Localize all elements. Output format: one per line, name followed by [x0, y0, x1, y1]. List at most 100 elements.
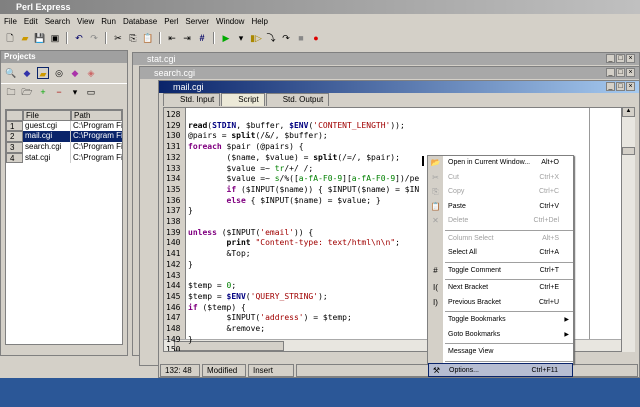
window-icon[interactable]: ▭: [85, 86, 97, 98]
save-icon[interactable]: 💾: [34, 32, 46, 44]
line-number: 133: [164, 164, 186, 175]
menu-server[interactable]: Server: [185, 17, 209, 30]
menu-item-options[interactable]: ⚒Options...Ctrl+F11: [428, 363, 573, 378]
minimize-button[interactable]: _: [606, 82, 615, 91]
menu-run[interactable]: Run: [101, 17, 116, 30]
menu-perl[interactable]: Perl: [164, 17, 178, 30]
open-project-icon[interactable]: 🗁: [21, 86, 33, 98]
package-icon[interactable]: ◈: [85, 67, 97, 79]
open-icon[interactable]: ▰: [19, 32, 31, 44]
menu-item-goto-bookmarks[interactable]: Goto Bookmarks▶: [428, 328, 573, 343]
minimize-button[interactable]: _: [606, 54, 615, 63]
save-all-icon[interactable]: ▣: [49, 32, 61, 44]
project-files-grid: FilePath1guest.cgiC:\Program Files2mail.…: [5, 109, 123, 345]
line-number: 138: [164, 217, 186, 228]
step-icon[interactable]: ▮▷: [250, 32, 262, 44]
window-mail-titlebar[interactable]: mail.cgi _□×: [159, 81, 639, 93]
redo-icon[interactable]: ↷: [88, 32, 100, 44]
maximize-button[interactable]: □: [616, 68, 625, 77]
window-stat-titlebar[interactable]: stat.cgi_□×: [133, 53, 639, 65]
column-path[interactable]: Path: [71, 110, 122, 121]
line-number: 135: [164, 185, 186, 196]
window-title: mail.cgi: [173, 82, 204, 92]
new-project-icon[interactable]: 🗀: [5, 86, 17, 98]
menu-window[interactable]: Window: [216, 17, 244, 30]
module-icon[interactable]: ◆: [69, 67, 81, 79]
project-file-row[interactable]: 3search.cgiC:\Program Files: [6, 142, 122, 153]
menu-file[interactable]: File: [4, 17, 17, 30]
project-file-row[interactable]: 1guest.cgiC:\Program Files: [6, 121, 122, 132]
paste-icon[interactable]: 📋: [142, 32, 154, 44]
menu-item-cut[interactable]: ✂CutCtrl+X: [428, 171, 573, 186]
remove-file-icon[interactable]: −: [53, 86, 65, 98]
vertical-scrollbar[interactable]: ▲: [622, 107, 635, 352]
stop-icon[interactable]: ■: [295, 32, 307, 44]
window-search-titlebar[interactable]: search.cgi_□×: [140, 67, 639, 79]
new-file-icon[interactable]: 🗋: [4, 32, 16, 44]
comment-icon[interactable]: #: [196, 32, 208, 44]
maximize-button[interactable]: □: [616, 54, 625, 63]
menu-item-previous-bracket[interactable]: I)Previous BracketCtrl+U: [428, 296, 573, 311]
line-number: 148: [164, 324, 186, 335]
menu-item-select-all[interactable]: Select AllCtrl+A: [428, 246, 573, 261]
menu-view[interactable]: View: [77, 17, 94, 30]
menu-item-next-bracket[interactable]: I(Next BracketCtrl+E: [428, 281, 573, 296]
tab-std-input[interactable]: Std. Input: [163, 93, 220, 106]
line-number: 140: [164, 238, 186, 249]
undo-icon[interactable]: ↶: [73, 32, 85, 44]
menu-item-delete[interactable]: ✕DeleteCtrl+Del: [428, 214, 573, 229]
project-file-row[interactable]: 4stat.cgiC:\Program Files: [6, 153, 122, 164]
line-number: 128: [164, 110, 186, 121]
menu-item-open-in-current-window[interactable]: 📂Open in Current Window...Alt+O: [428, 156, 573, 171]
line-number: 150: [164, 345, 186, 352]
step-over-icon[interactable]: ↷: [280, 32, 292, 44]
menu-item-copy[interactable]: ⎘CopyCtrl+C: [428, 185, 573, 200]
scroll-thumb[interactable]: [622, 147, 635, 155]
maximize-button[interactable]: □: [616, 82, 625, 91]
projects-title: Projects: [1, 51, 127, 63]
menu-item-label: Options...: [449, 367, 479, 374]
line-number: 129: [164, 121, 186, 132]
tab-script[interactable]: Script: [221, 93, 264, 106]
close-button[interactable]: ×: [626, 54, 635, 63]
folders-icon[interactable]: ▰: [37, 67, 49, 79]
minimize-button[interactable]: _: [606, 68, 615, 77]
menu-item-toggle-bookmarks[interactable]: Toggle Bookmarks▶: [428, 313, 573, 328]
menu-search[interactable]: Search: [45, 17, 70, 30]
properties-icon[interactable]: ▾: [69, 86, 81, 98]
close-button[interactable]: ×: [626, 82, 635, 91]
globe-icon[interactable]: ◎: [53, 67, 65, 79]
breakpoint-icon[interactable]: ●: [310, 32, 322, 44]
run-icon[interactable]: ▶: [220, 32, 232, 44]
code-text: if ($temp) {: [188, 303, 246, 314]
menu-item-label: Message View: [448, 348, 493, 355]
tab-std-output[interactable]: Std. Output: [266, 93, 329, 106]
copy-icon[interactable]: ⎘: [127, 32, 139, 44]
cut-icon[interactable]: ✂: [112, 32, 124, 44]
project-file-row[interactable]: 2mail.cgiC:\Program Files: [6, 131, 122, 142]
book-icon[interactable]: ◆: [21, 67, 33, 79]
code-line: 131foreach $pair (@pairs) {: [164, 142, 621, 153]
menu-item-toggle-comment[interactable]: #Toggle CommentCtrl+T: [428, 264, 573, 279]
outdent-icon[interactable]: ⇥: [181, 32, 193, 44]
submenu-arrow-icon: ▶: [564, 328, 569, 343]
menu-item-column-select[interactable]: Column SelectAlt+S: [428, 232, 573, 247]
file-path: C:\Program Files: [71, 153, 122, 164]
run-dropdown-icon[interactable]: ▾: [235, 32, 247, 44]
line-number: 141: [164, 249, 186, 260]
menu-item-paste[interactable]: 📋PasteCtrl+V: [428, 200, 573, 215]
search-project-icon[interactable]: 🔍: [5, 67, 17, 79]
menu-database[interactable]: Database: [123, 17, 157, 30]
close-button[interactable]: ×: [626, 68, 635, 77]
scroll-up-button[interactable]: ▲: [622, 107, 635, 117]
menu-edit[interactable]: Edit: [24, 17, 38, 30]
menu-item-label: Column Select: [448, 235, 494, 242]
indent-icon[interactable]: ⇤: [166, 32, 178, 44]
line-number: 137: [164, 206, 186, 217]
add-file-icon[interactable]: +: [37, 86, 49, 98]
column-file[interactable]: File: [23, 110, 71, 121]
step-into-icon[interactable]: ⤵: [265, 32, 277, 44]
menu-item-message-view[interactable]: Message View: [428, 345, 573, 360]
menu-help[interactable]: Help: [251, 17, 267, 30]
code-text: ($name, $value) = split(/=/, $pair);: [188, 153, 400, 164]
